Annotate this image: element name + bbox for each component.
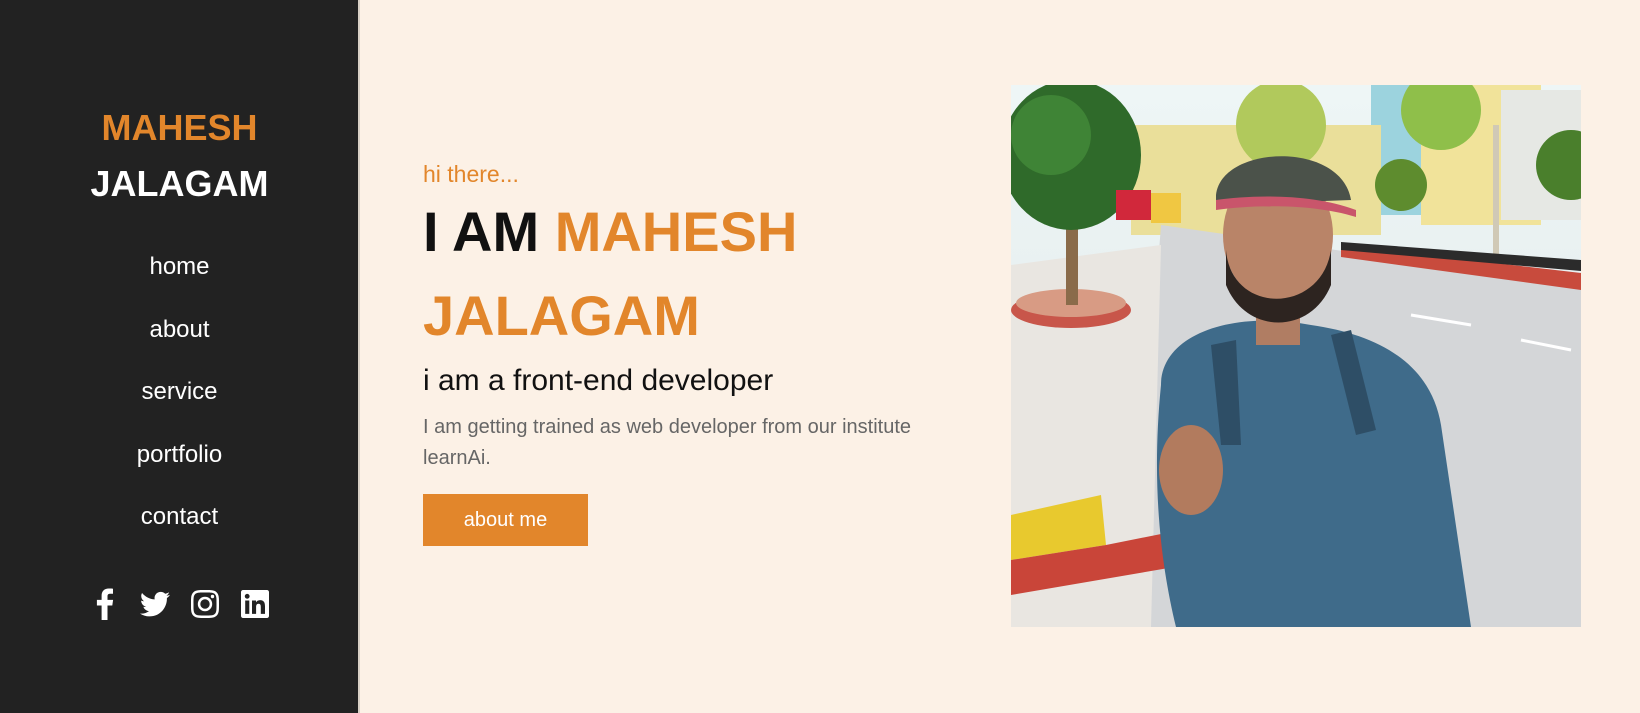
nav-service[interactable]: service	[141, 377, 217, 407]
profile-photo-illustration	[1011, 85, 1581, 627]
facebook-icon[interactable]	[90, 588, 120, 620]
brand-first-name: MAHESH	[101, 107, 258, 148]
brand-last-name: JALAGAM	[90, 163, 269, 204]
sidebar: MAHESH JALAGAM home about service portfo…	[0, 0, 359, 713]
headline-prefix: I AM	[423, 200, 540, 263]
headline-name-first: MAHESH	[554, 200, 798, 263]
nav-home[interactable]: home	[149, 252, 209, 282]
brand-logo[interactable]: MAHESH JALAGAM	[0, 100, 359, 212]
nav-portfolio[interactable]: portfolio	[137, 440, 222, 470]
hero-description: I am getting trained as web developer fr…	[423, 416, 912, 469]
social-links	[0, 588, 359, 620]
nav-contact[interactable]: contact	[141, 502, 218, 532]
hero-greeting: hi there...	[423, 161, 519, 187]
profile-photo	[1011, 85, 1581, 627]
about-me-button[interactable]: about me	[423, 494, 588, 546]
main-nav: home about service portfolio contact	[0, 252, 359, 565]
headline-name-last: JALAGAM	[423, 284, 700, 347]
nav-about[interactable]: about	[149, 315, 209, 345]
linkedin-icon[interactable]	[240, 588, 270, 620]
hero-headline: I AM MAHESH JALAGAM	[423, 190, 983, 358]
sidebar-divider	[358, 0, 360, 713]
instagram-icon[interactable]	[190, 588, 220, 620]
hero-intro: hi there... I AM MAHESH JALAGAM i am a f…	[423, 158, 983, 546]
hero-role: i am a front-end developer	[423, 364, 774, 397]
twitter-icon[interactable]	[139, 588, 170, 620]
